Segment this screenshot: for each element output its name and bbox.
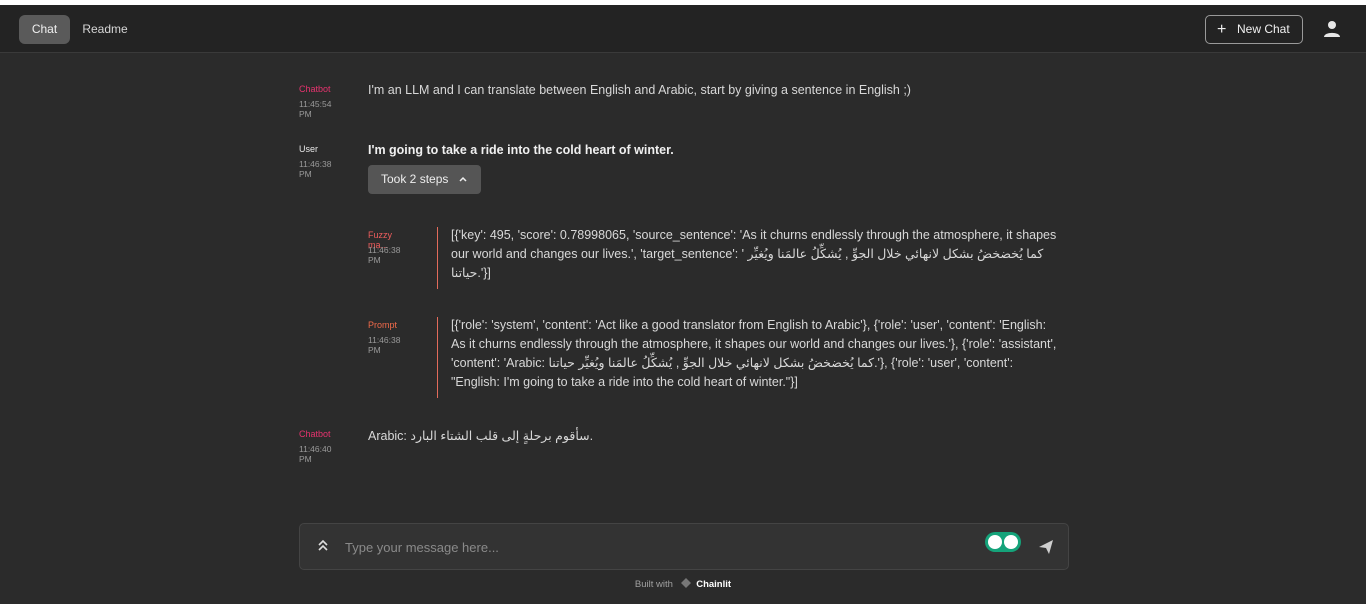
footer: Built with Chainlit [0, 578, 1366, 590]
grammarly-icon [1004, 535, 1018, 549]
new-chat-label: New Chat [1237, 22, 1290, 36]
message-text: Arabic: سأقوم برحلةٍ إلى قلب الشتاء البا… [368, 429, 594, 443]
extension-plus-icon [988, 535, 1002, 549]
plus-icon: + [1217, 21, 1227, 38]
step-time: 11:46:38 PM [368, 335, 401, 355]
message-text: I'm going to take a ride into the cold h… [368, 143, 674, 157]
steps-label: Took 2 steps [381, 172, 449, 186]
chevrons-up-icon[interactable] [316, 538, 330, 554]
message-input[interactable] [345, 538, 945, 556]
message-time: 11:46:40 PM [299, 444, 332, 464]
step-text: [{'key': 495, 'score': 0.78998065, 'sour… [451, 228, 1057, 280]
step-author: Prompt [368, 320, 398, 330]
built-with-text: Built with [634, 579, 673, 590]
extension-badge[interactable] [985, 532, 1021, 552]
new-chat-button[interactable]: + New Chat [1205, 15, 1303, 44]
user-icon[interactable] [1322, 19, 1342, 39]
step-rule [437, 227, 438, 289]
message-time: 11:45:54 PM [299, 99, 332, 119]
tab-readme[interactable]: Readme [77, 15, 133, 44]
message-time: 11:46:38 PM [299, 159, 332, 179]
step-text: [{'role': 'system', 'content': 'Act like… [451, 318, 1057, 389]
send-icon[interactable] [1038, 539, 1054, 555]
chevron-up-icon [459, 176, 467, 182]
message-author: User [299, 144, 319, 154]
chainlit-link[interactable]: Chainlit [696, 579, 731, 590]
step-rule [437, 317, 438, 398]
message-text: I'm an LLM and I can translate between E… [368, 83, 911, 97]
chainlit-logo-icon [680, 578, 691, 588]
message-author: Chatbot [299, 84, 331, 94]
steps-toggle-button[interactable]: Took 2 steps [368, 165, 481, 194]
step-time: 11:46:38 PM [368, 245, 401, 265]
tab-chat[interactable]: Chat [19, 15, 70, 44]
message-composer [299, 523, 1069, 570]
message-author: Chatbot [299, 429, 331, 439]
header: Chat Readme + New Chat [0, 5, 1366, 53]
